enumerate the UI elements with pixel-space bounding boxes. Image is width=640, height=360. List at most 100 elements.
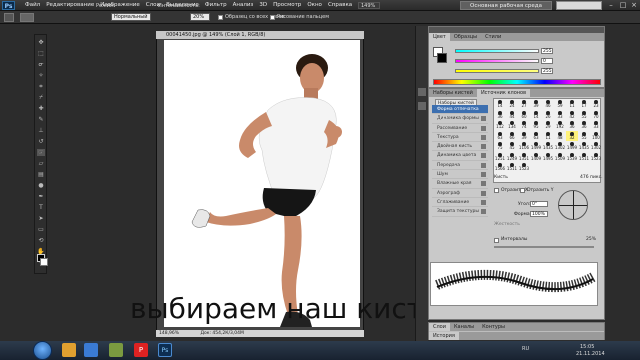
tab-brush-presets[interactable]: Наборы кистей (429, 89, 477, 97)
sample-all-checkbox[interactable] (218, 15, 223, 20)
red-slider[interactable] (455, 49, 539, 53)
intensity-input[interactable]: 20% (190, 13, 210, 21)
brush-tip-cell[interactable]: 26 (542, 110, 554, 121)
brush-tip-cell[interactable]: 1435 (578, 141, 590, 152)
brush-tip-cell[interactable]: 24 (506, 99, 518, 110)
search-input[interactable] (556, 1, 602, 10)
tab-clone-source[interactable]: Источник клонов (476, 89, 531, 97)
tab-paths[interactable]: Контуры (478, 323, 509, 331)
texture-item[interactable]: Текстура (432, 133, 488, 143)
brush-tip-cell[interactable]: 63 (530, 131, 542, 142)
flip-x-checkbox[interactable] (494, 188, 499, 193)
type-tool-icon[interactable]: T (37, 204, 45, 211)
menu-3d[interactable]: 3D (256, 2, 270, 8)
angle-input[interactable]: 0° (530, 201, 548, 207)
brush-tip-cell[interactable]: 1351 (518, 152, 530, 163)
shape-tool-icon[interactable]: ▭ (37, 226, 45, 233)
brush-tip-cell[interactable]: 95 (530, 120, 542, 131)
flip-y-checkbox[interactable] (520, 188, 525, 193)
brush-tip-cell[interactable]: 11 (566, 99, 578, 110)
protect-texture-item[interactable]: Защита текстуры (432, 207, 488, 217)
brush-tip-cell[interactable]: 11 (542, 131, 554, 142)
tab-swatches[interactable]: Образцы (450, 33, 481, 41)
menu-filter[interactable]: Фильтр (202, 2, 230, 8)
eyedropper-tool-icon[interactable]: ⌿ (37, 94, 45, 101)
brush-tip-cell[interactable]: 42 (566, 110, 578, 121)
color-dynamics-item[interactable]: Динамика цвета (432, 151, 488, 161)
brush-tip-cell[interactable]: 192 (554, 120, 566, 131)
brush-tip-cell[interactable]: 1302 (554, 141, 566, 152)
tanks-taskbar-icon[interactable] (109, 343, 123, 357)
menu-view[interactable]: Просмотр (270, 2, 304, 8)
image-canvas[interactable] (164, 40, 360, 327)
blue-slider[interactable] (455, 69, 539, 73)
green-value[interactable]: 0 (541, 58, 553, 64)
blue-value[interactable]: 255 (541, 68, 553, 74)
close-icon[interactable]: × (628, 0, 640, 10)
menu-analysis[interactable]: Анализ (230, 2, 257, 8)
clock-time[interactable]: 15:05 (580, 344, 594, 350)
menu-file[interactable]: Файл (22, 2, 43, 8)
brush-tip-shape-item[interactable]: Форма отпечатка кисти (432, 105, 488, 121)
clock-date[interactable]: 21.11.2014 (576, 351, 605, 357)
gradient-tool-icon[interactable]: ▤ (37, 171, 45, 178)
spacing-value[interactable]: 25% (586, 237, 596, 242)
tab-channels[interactable]: Каналы (450, 323, 478, 331)
tab-layers[interactable]: Слои (429, 323, 450, 331)
brush-tip-cell[interactable]: 70 (590, 110, 602, 121)
transfer-item[interactable]: Передача (432, 161, 488, 171)
brush-tip-cell[interactable]: 45 (506, 141, 518, 152)
crop-tool-icon[interactable]: ⌗ (37, 83, 45, 90)
brush-tip-cell[interactable]: 36 (566, 120, 578, 131)
document-zoom[interactable]: 148,96% (159, 331, 179, 336)
brush-tip-cell[interactable]: 66 (506, 131, 518, 142)
brush-panel-icon[interactable] (418, 88, 426, 96)
brush-tip-cell[interactable]: 14 (530, 110, 542, 121)
brush-tip-cell[interactable]: 1249 (506, 152, 518, 163)
color-bg-swatch[interactable] (437, 53, 447, 63)
lasso-tool-icon[interactable]: ᓂ (37, 61, 45, 68)
smoothing-item[interactable]: Сглаживание (432, 198, 488, 208)
brush-tip-cell[interactable]: 1499 (566, 141, 578, 152)
minimize-icon[interactable]: – (605, 0, 617, 10)
brush-tip-cell[interactable]: 36 (494, 110, 506, 121)
pen-tool-icon[interactable]: ✒ (37, 193, 45, 200)
brush-size-value[interactable]: 476 пикс. (580, 175, 603, 180)
photoshop-taskbar-icon[interactable]: Ps (158, 343, 172, 357)
brush-tip-cell[interactable]: 27 (518, 99, 530, 110)
mode-select[interactable]: Нормальный (111, 13, 151, 21)
language-indicator[interactable]: RU (522, 346, 529, 352)
brush-picker-button[interactable] (20, 13, 34, 22)
explorer-taskbar-icon[interactable] (62, 343, 76, 357)
brush-tip-cell[interactable]: 63 (494, 131, 506, 142)
wet-edges-item[interactable]: Влажные края (432, 179, 488, 189)
brush-tip-cell[interactable]: 14 (494, 99, 506, 110)
history-brush-tool-icon[interactable]: ↺ (37, 138, 45, 145)
dodge-tool-icon[interactable]: ● (37, 182, 45, 189)
brush-tip-cell[interactable]: 1251 (494, 152, 506, 163)
brush-tip-cell[interactable]: 59 (554, 99, 566, 110)
brush-tip-cell[interactable]: 39 (530, 99, 542, 110)
brush-tip-cell[interactable]: 1566 (494, 162, 506, 173)
brush-tip-cell[interactable]: 60 (518, 110, 530, 121)
spacing-slider[interactable] (494, 246, 594, 248)
brush-tip-cell[interactable]: 74 (518, 120, 530, 131)
workspace-button[interactable]: Основная рабочая среда (460, 1, 552, 10)
tool-preset-icon[interactable] (4, 13, 14, 22)
brush-tip-cell[interactable]: 1523 (518, 162, 530, 173)
media-player-taskbar-icon[interactable] (84, 343, 98, 357)
tab-styles[interactable]: Стили (481, 33, 505, 41)
green-slider[interactable] (455, 59, 539, 63)
brush-tip-cell[interactable]: 1539 (566, 152, 578, 163)
tab-color[interactable]: Цвет (429, 33, 450, 41)
start-button-icon[interactable] (33, 341, 52, 360)
brush-tip-cell[interactable]: 1509 (554, 152, 566, 163)
document-tab[interactable]: 00041450.jpg @ 149% (Слой 1, RGB/8) (156, 31, 364, 39)
airbrush-item[interactable]: Аэрограф (432, 189, 488, 198)
red-value[interactable]: 255 (541, 48, 553, 54)
brush-tip-cell[interactable]: 36 (578, 120, 590, 131)
brush-tip-cell[interactable]: 1495 (542, 152, 554, 163)
menu-edit[interactable]: Редактирование (43, 2, 97, 8)
noise-item[interactable]: Шум (432, 170, 488, 180)
dual-brush-item[interactable]: Двойная кисть (432, 142, 488, 152)
